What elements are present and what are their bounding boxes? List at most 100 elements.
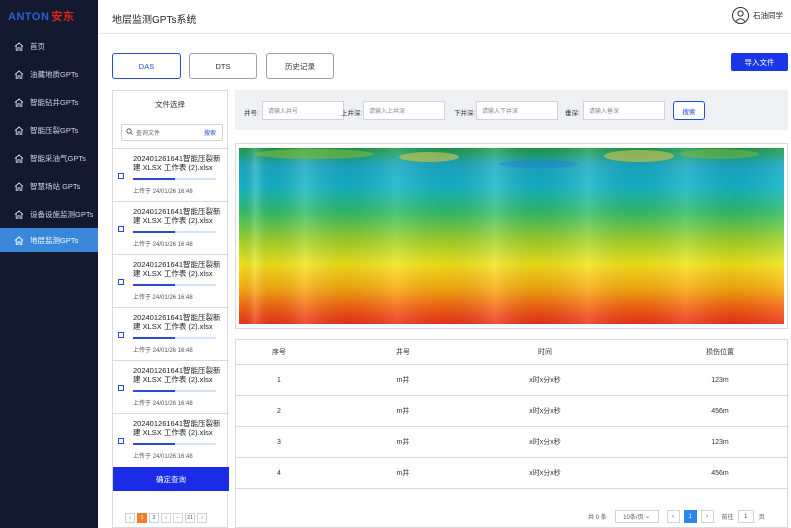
- file-name: 202401261641智能压裂新建 XLSX 工作表 (2).xlsx: [133, 207, 221, 225]
- sidebar-item[interactable]: 地层监测GPTs: [0, 228, 98, 252]
- table-header-row: 序号 井号 时间 损伤位置: [236, 340, 787, 365]
- cell-well: m井: [396, 439, 410, 446]
- upload-time: 上传于 24/01/26 16:48: [133, 401, 193, 407]
- cell-well: m井: [396, 408, 410, 415]
- confirm-query-button[interactable]: 确定查询: [113, 467, 229, 491]
- cell-damage: 456m: [711, 469, 729, 477]
- filter-search-button[interactable]: 搜索: [673, 101, 705, 120]
- tab-history[interactable]: 历史记录: [266, 53, 334, 79]
- cell-index: 1: [277, 376, 281, 384]
- file-item[interactable]: 202401261641智能压裂新建 XLSX 工作表 (2).xlsx 上传于 …: [113, 413, 229, 466]
- file-checkbox[interactable]: [118, 385, 124, 391]
- file-item[interactable]: 202401261641智能压裂新建 XLSX 工作表 (2).xlsx 上传于 …: [113, 360, 229, 413]
- file-item[interactable]: 202401261641智能压裂新建 XLSX 工作表 (2).xlsx 上传于 …: [113, 201, 229, 254]
- import-file-button[interactable]: 导入文件: [731, 53, 788, 71]
- page-unit: 页: [758, 515, 765, 521]
- vertical-depth-input[interactable]: 请输入垂深: [583, 101, 665, 120]
- sidebar-item[interactable]: 智能压裂GPTs: [0, 118, 98, 142]
- tab-history-label: 历史记录: [285, 61, 315, 71]
- sidebar-item-label: 智能钻井GPTs: [30, 97, 79, 107]
- user-name: 石油同学: [753, 11, 783, 20]
- table-row[interactable]: 3 m井 x时x分x秒 123m: [236, 427, 787, 458]
- file-panel-title: 文件选择: [155, 99, 185, 109]
- table-prev-page[interactable]: ‹: [666, 510, 680, 523]
- user-menu[interactable]: 石油同学: [732, 7, 783, 24]
- sidebar-item[interactable]: 智慧场站 GPTs: [0, 174, 98, 198]
- pager-ellipsis[interactable]: ···: [173, 513, 183, 523]
- sidebar-item[interactable]: 设备设施监测GPTs: [0, 202, 98, 226]
- sidebar-item-label: 智能采油气GPTs: [30, 153, 86, 163]
- das-heatmap-panel: [235, 143, 788, 329]
- file-item[interactable]: 202401261641智能压裂新建 XLSX 工作表 (2).xlsx 上传于 …: [113, 148, 229, 201]
- filter-bar: 井号: 请输入井号 上井深: 请输入上井深 下井深: 请输入下井深 垂深: 请输…: [235, 90, 788, 130]
- file-name: 202401261641智能压裂新建 XLSX 工作表 (2).xlsx: [133, 419, 221, 437]
- bottom-depth-input[interactable]: 请输入下井深: [476, 101, 558, 120]
- user-avatar-icon: [732, 7, 749, 24]
- pager-next[interactable]: ›: [197, 513, 207, 523]
- search-icon: [126, 128, 133, 137]
- upload-progress-fill: [133, 337, 175, 339]
- file-item[interactable]: 202401261641智能压裂新建 XLSX 工作表 (2).xlsx 上传于 …: [113, 307, 229, 360]
- upload-progress-fill: [133, 390, 175, 392]
- cell-damage: 123m: [711, 438, 729, 446]
- goto-label: 前往: [721, 515, 734, 521]
- file-checkbox[interactable]: [118, 279, 124, 285]
- file-name: 202401261641智能压裂新建 XLSX 工作表 (2).xlsx: [133, 313, 221, 331]
- cell-damage: 123m: [711, 376, 729, 384]
- home-icon: [14, 69, 24, 79]
- file-pager: ‹ 1 2 › ··· 21 ›: [125, 513, 207, 523]
- file-checkbox[interactable]: [118, 173, 124, 179]
- table-row[interactable]: 4 m井 x时x分x秒 456m: [236, 458, 787, 489]
- tab-das[interactable]: DAS: [112, 53, 181, 79]
- cell-index: 4: [277, 469, 281, 477]
- goto-input[interactable]: 1: [737, 510, 754, 523]
- file-search-button[interactable]: 搜索: [204, 128, 216, 137]
- home-icon: [14, 41, 24, 51]
- table-page-current[interactable]: 1: [683, 510, 697, 523]
- main-content: DAS DTS 历史记录 导入文件 文件选择 查询文件 搜索 202401261…: [98, 34, 791, 528]
- cell-time: x时x分x秒: [529, 439, 561, 446]
- file-checkbox[interactable]: [118, 332, 124, 338]
- sidebar-item-label: 首页: [30, 41, 45, 51]
- table-row[interactable]: 2 m井 x时x分x秒 456m: [236, 396, 787, 427]
- col-header-index: 序号: [272, 349, 286, 356]
- file-checkbox[interactable]: [118, 226, 124, 232]
- cell-time: x时x分x秒: [529, 377, 561, 384]
- page-size-select[interactable]: 10条/页 ⌄: [614, 510, 659, 523]
- cell-damage: 456m: [711, 407, 729, 415]
- pager-page[interactable]: 1: [137, 513, 147, 523]
- well-label: 井号:: [244, 110, 259, 117]
- cell-time: x时x分x秒: [529, 470, 561, 477]
- upload-progress: [133, 337, 216, 339]
- sidebar-item[interactable]: 油藏地质GPTs: [0, 62, 98, 86]
- pager-prev[interactable]: ‹: [125, 513, 135, 523]
- logo: ANTON 安东: [8, 8, 74, 24]
- col-header-damage: 损伤位置: [706, 349, 734, 356]
- sidebar-item[interactable]: 智能钻井GPTs: [0, 90, 98, 114]
- table-pager: 共 0 条 10条/页 ⌄ ‹ 1 › 前往 1 页: [588, 510, 765, 523]
- results-table: 序号 井号 时间 损伤位置 1 m井 x时x分x秒 123m 2 m井 x时x分x秒 456m…: [235, 339, 788, 528]
- upload-time: 上传于 24/01/26 16:48: [133, 454, 193, 460]
- pager-page[interactable]: 21: [185, 513, 195, 523]
- upload-progress: [133, 284, 216, 286]
- file-checkbox[interactable]: [118, 438, 124, 444]
- sidebar-item-label: 智能压裂GPTs: [30, 125, 79, 135]
- sidebar-item[interactable]: 首页: [0, 34, 98, 58]
- file-name: 202401261641智能压裂新建 XLSX 工作表 (2).xlsx: [133, 366, 221, 384]
- file-search-input[interactable]: 查询文件 搜索: [121, 124, 223, 141]
- well-input[interactable]: 请输入井号: [262, 101, 344, 120]
- top-depth-input[interactable]: 请输入上井深: [363, 101, 445, 120]
- sidebar-item[interactable]: 智能采油气GPTs: [0, 146, 98, 170]
- pager-next[interactable]: ›: [161, 513, 171, 523]
- tab-das-label: DAS: [138, 61, 155, 71]
- table-next-page[interactable]: ›: [700, 510, 714, 523]
- home-icon: [14, 153, 24, 163]
- file-name: 202401261641智能压裂新建 XLSX 工作表 (2).xlsx: [133, 154, 221, 172]
- tab-dts[interactable]: DTS: [189, 53, 257, 79]
- tab-dts-label: DTS: [215, 61, 231, 71]
- table-row[interactable]: 1 m井 x时x分x秒 123m: [236, 365, 787, 396]
- pager-page[interactable]: 2: [149, 513, 159, 523]
- file-item[interactable]: 202401261641智能压裂新建 XLSX 工作表 (2).xlsx 上传于 …: [113, 254, 229, 307]
- upload-progress: [133, 443, 216, 445]
- upload-progress: [133, 231, 216, 233]
